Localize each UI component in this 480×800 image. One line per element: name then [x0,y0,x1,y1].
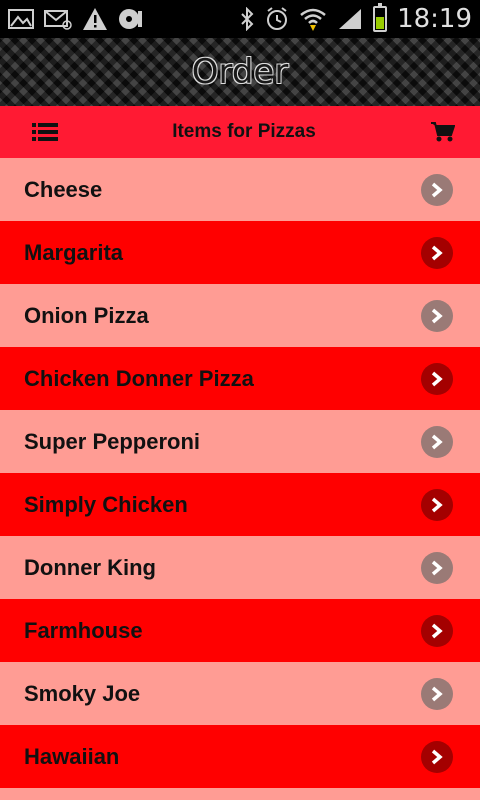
list-item-label: Margarita [24,239,124,265]
cart-button[interactable] [428,117,458,147]
chevron-right-icon[interactable] [421,425,453,458]
list-item-cheese[interactable]: Cheese [0,158,480,221]
list-item-onion-pizza[interactable]: Onion Pizza [0,284,480,347]
chevron-right-icon[interactable] [421,614,453,647]
battery-tip [378,3,383,6]
status-clock: 18:19 [397,4,472,34]
list-item-label: Cheese [24,176,103,202]
list-menu-button[interactable] [30,117,60,147]
list-item-label: Chicken Donner Pizza [24,365,254,391]
battery-icon [373,3,388,32]
chevron-right-icon[interactable] [421,362,453,395]
chevron-right-icon[interactable] [421,551,453,584]
chevron-right-icon[interactable] [421,236,453,269]
status-bar: 18:19 [0,0,480,38]
signal-icon [337,7,363,31]
list-item-hawaiian[interactable]: Hawaiian [0,725,480,788]
list-item-label: Onion Pizza [24,302,149,328]
disc-icon [118,7,144,31]
status-right: 18:19 [239,3,472,34]
list-item-margarita[interactable]: Margarita [0,221,480,284]
list-icon [32,123,58,141]
list-item-label: Donner King [24,554,156,580]
chevron-right-icon[interactable] [421,488,453,521]
alarm-icon [265,7,289,31]
list-item-label: Hawaiian [24,743,120,769]
chevron-right-icon[interactable] [421,299,453,332]
pizza-list: Cheese Margarita Onion Pizza Chicken Don… [0,158,480,788]
chevron-right-icon[interactable] [421,173,453,206]
list-item-label: Smoky Joe [24,680,141,706]
page-title: Order [191,52,289,92]
chevron-right-icon[interactable] [421,677,453,710]
list-item-farmhouse[interactable]: Farmhouse [0,599,480,662]
toolbar: Items for Pizzas [0,106,480,158]
bluetooth-icon [239,7,255,31]
list-item-label: Simply Chicken [24,491,188,517]
battery-fill [376,16,385,29]
list-item-label: Farmhouse [24,617,143,643]
wifi-icon [299,7,327,31]
gallery-icon [8,8,34,30]
list-item-super-pepperoni[interactable]: Super Pepperoni [0,410,480,473]
app-header: Order [0,38,480,106]
warning-icon [82,7,108,31]
cart-icon [430,122,455,142]
status-left [8,7,144,31]
chevron-right-icon[interactable] [421,740,453,773]
list-item-simply-chicken[interactable]: Simply Chicken [0,473,480,536]
list-item-chicken-donner-pizza[interactable]: Chicken Donner Pizza [0,347,480,410]
mail-icon [44,8,72,30]
list-item-donner-king[interactable]: Donner King [0,536,480,599]
list-item-smoky-joe[interactable]: Smoky Joe [0,662,480,725]
section-title: Items for Pizzas [172,121,316,142]
list-item-label: Super Pepperoni [24,428,201,454]
